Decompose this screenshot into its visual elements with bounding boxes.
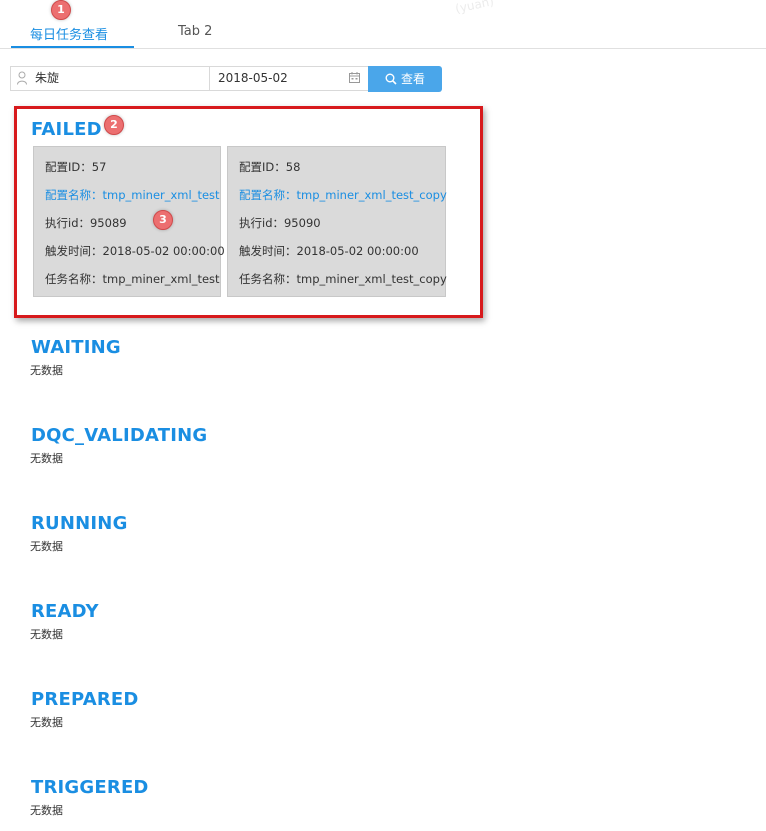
no-data-text: 无数据	[30, 716, 63, 729]
section-title-running: RUNNING	[31, 513, 128, 534]
user-input-value: 朱旋	[35, 71, 60, 85]
task-card[interactable]: 配置ID：58 配置名称：tmp_miner_xml_test_copy 执行i…	[227, 146, 447, 297]
annotation-marker-1: 1	[51, 0, 71, 20]
no-data-text: 无数据	[30, 364, 63, 377]
task-name: 任务名称：tmp_miner_xml_test	[45, 272, 220, 286]
annotation-marker-2: 2	[104, 115, 124, 135]
calendar-icon[interactable]	[349, 72, 360, 83]
config-name-link[interactable]: 配置名称：tmp_miner_xml_test_copy	[239, 187, 447, 203]
no-data-text: 无数据	[30, 452, 63, 465]
no-data-text: 无数据	[30, 540, 63, 553]
config-id: 配置ID：58	[239, 160, 301, 174]
trigger-time: 触发时间：2018-05-02 00:00:00	[239, 244, 419, 258]
view-button[interactable]: 查看	[368, 66, 442, 92]
trigger-time: 触发时间：2018-05-02 00:00:00	[45, 244, 225, 258]
section-title-failed: FAILED	[31, 119, 102, 140]
no-data-text: 无数据	[30, 804, 63, 817]
config-name-link[interactable]: 配置名称：tmp_miner_xml_test	[45, 187, 220, 203]
no-data-text: 无数据	[30, 628, 63, 641]
section-title-dqc-validating: DQC_VALIDATING	[31, 425, 208, 446]
config-id: 配置ID：57	[45, 160, 107, 174]
exec-id: 执行id：95090	[239, 216, 321, 230]
search-icon	[385, 73, 397, 85]
view-button-label: 查看	[400, 72, 425, 86]
annotation-marker-3: 3	[153, 210, 173, 230]
section-title-triggered: TRIGGERED	[31, 777, 149, 798]
section-title-prepared: PREPARED	[31, 689, 139, 710]
user-input[interactable]: 朱旋	[10, 66, 210, 91]
tab-bar: 每日任务查看 Tab 2	[0, 0, 766, 49]
section-title-waiting: WAITING	[31, 337, 121, 358]
exec-id: 执行id：95089	[45, 216, 127, 230]
date-picker[interactable]: 2018-05-02	[209, 66, 369, 91]
section-title-ready: READY	[31, 601, 99, 622]
user-icon	[17, 71, 27, 85]
tab-2[interactable]: Tab 2	[178, 24, 212, 39]
date-value: 2018-05-02	[218, 71, 288, 85]
task-name: 任务名称：tmp_miner_xml_test_copy	[239, 272, 447, 286]
task-card[interactable]: 配置ID：57 配置名称：tmp_miner_xml_test 执行id：950…	[33, 146, 225, 297]
active-tab-indicator	[11, 46, 134, 48]
tab-daily-task-view[interactable]: 每日任务查看	[30, 24, 108, 43]
